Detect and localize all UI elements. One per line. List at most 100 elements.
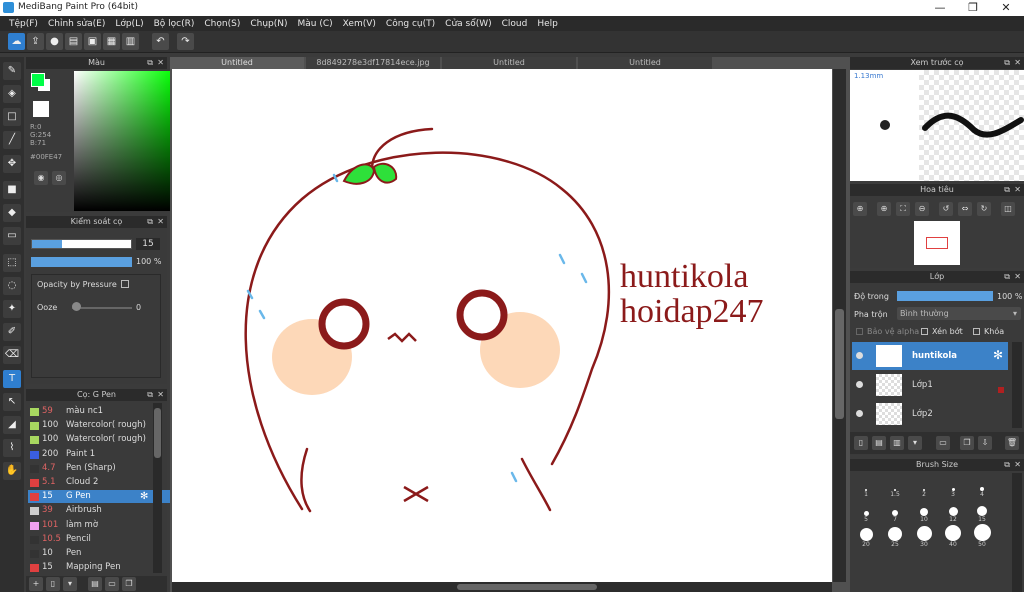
duplicate-layer-icon[interactable]: ❐ bbox=[960, 436, 974, 450]
visibility-icon[interactable] bbox=[856, 410, 863, 417]
menu-window[interactable]: Cửa sổ(W) bbox=[440, 19, 496, 29]
text-tool-icon[interactable]: T bbox=[3, 370, 21, 388]
layer-folder-icon[interactable]: ▭ bbox=[936, 436, 950, 450]
page-icon[interactable]: ▣ bbox=[84, 33, 101, 50]
layer-row-lop2[interactable]: Lớp2 bbox=[852, 400, 1008, 428]
layer-opacity-slider[interactable] bbox=[897, 291, 993, 301]
divide-tool-icon[interactable]: ◢ bbox=[3, 416, 21, 434]
gear-icon[interactable]: ✻ bbox=[993, 348, 1003, 362]
tab-untitled-2[interactable]: Untitled bbox=[442, 57, 576, 69]
layer-row-lop1[interactable]: Lớp1 bbox=[852, 371, 1008, 399]
color-wheel-icon[interactable]: ◎ bbox=[52, 171, 66, 185]
panel-popout-icon[interactable]: ⧉ bbox=[147, 389, 153, 401]
brush-size-option[interactable]: 15 bbox=[968, 502, 996, 525]
brush-size-option[interactable]: 7 bbox=[881, 502, 909, 525]
menu-select[interactable]: Chọn(S) bbox=[199, 19, 245, 29]
brush-copy-icon[interactable]: ❐ bbox=[122, 577, 136, 591]
horizontal-scroll-thumb[interactable] bbox=[457, 584, 597, 590]
vertical-scroll-thumb[interactable] bbox=[835, 309, 844, 419]
fit-icon[interactable]: ⛶ bbox=[896, 202, 910, 216]
panel-close-icon[interactable]: ✕ bbox=[1014, 271, 1021, 283]
brush-settings-icon[interactable]: ▤ bbox=[88, 577, 102, 591]
panel-close-icon[interactable]: ✕ bbox=[1014, 57, 1021, 69]
ooze-slider-handle[interactable] bbox=[72, 302, 81, 311]
tab-untitled-3[interactable]: Untitled bbox=[578, 57, 712, 69]
fill-rect-tool-icon[interactable]: ■ bbox=[3, 181, 21, 199]
menu-help[interactable]: Help bbox=[532, 19, 563, 29]
brush-folder-icon[interactable]: ▭ bbox=[105, 577, 119, 591]
palette-icon[interactable]: ◉ bbox=[34, 171, 48, 185]
clipping-checkbox[interactable] bbox=[921, 328, 928, 335]
reset-view-icon[interactable]: ◫ bbox=[1001, 202, 1015, 216]
operation-tool-icon[interactable]: ↖ bbox=[3, 393, 21, 411]
brush-size-option[interactable]: 5 bbox=[852, 502, 880, 525]
new-brush-icon[interactable]: ▯ bbox=[46, 577, 60, 591]
zoom-in-2-icon[interactable]: ⊕ bbox=[877, 202, 891, 216]
zoom-out-icon[interactable]: ⊖ bbox=[915, 202, 929, 216]
lock-checkbox[interactable] bbox=[973, 328, 980, 335]
panel-popout-icon[interactable]: ⧉ bbox=[147, 216, 153, 228]
magic-wand-icon[interactable]: ✦ bbox=[3, 300, 21, 318]
layer-scrollbar[interactable] bbox=[1012, 342, 1022, 428]
ooze-slider[interactable] bbox=[72, 307, 132, 309]
rotate-left-icon[interactable]: ↺ bbox=[939, 202, 953, 216]
panel-popout-icon[interactable]: ⧉ bbox=[1004, 57, 1010, 69]
gear-icon[interactable]: ✻ bbox=[140, 490, 148, 503]
navigator-thumbnail[interactable] bbox=[914, 221, 960, 265]
move-tool-icon[interactable]: ✥ bbox=[3, 155, 21, 173]
tab-jpg-file[interactable]: 8d849278e3df17814ece.jpg bbox=[306, 57, 440, 69]
redo-button[interactable]: ↷ bbox=[177, 33, 194, 50]
eyedropper-tool-icon[interactable]: ⌇ bbox=[3, 439, 21, 457]
new-8bit-layer-icon[interactable]: ▥ bbox=[890, 436, 904, 450]
brush-size-option[interactable]: 1.5 bbox=[881, 477, 909, 500]
brush-size-value[interactable]: 15 bbox=[136, 238, 160, 250]
brush-size-option[interactable]: 4 bbox=[968, 477, 996, 500]
speech-bubble-icon[interactable]: ● bbox=[46, 33, 63, 50]
panel-popout-icon[interactable]: ⧉ bbox=[1004, 459, 1010, 471]
brush-size-option[interactable]: 25 bbox=[881, 527, 909, 550]
opacity-by-pressure-checkbox[interactable] bbox=[121, 280, 129, 288]
add-layer-menu-icon[interactable]: ▾ bbox=[908, 436, 922, 450]
maximize-button[interactable]: ❐ bbox=[958, 0, 988, 16]
panel-close-icon[interactable]: ✕ bbox=[1014, 184, 1021, 196]
brush-size-option[interactable]: 10 bbox=[910, 502, 938, 525]
panel-icon[interactable]: ▥ bbox=[122, 33, 139, 50]
visibility-icon[interactable] bbox=[856, 381, 863, 388]
rotate-right-icon[interactable]: ↻ bbox=[977, 202, 991, 216]
brush-size-option[interactable]: 2 bbox=[910, 477, 938, 500]
brush-size-option[interactable]: 50 bbox=[968, 524, 996, 550]
menu-edit[interactable]: Chỉnh sửa(E) bbox=[43, 19, 110, 29]
tab-untitled-1[interactable]: Untitled bbox=[170, 57, 304, 69]
saturation-value-picker[interactable] bbox=[74, 71, 174, 211]
grid-icon[interactable]: ▦ bbox=[103, 33, 120, 50]
add-brush-icon[interactable]: + bbox=[29, 577, 43, 591]
menu-view[interactable]: Xem(V) bbox=[338, 19, 381, 29]
trash-icon[interactable]: 🗑 bbox=[1005, 436, 1019, 450]
undo-button[interactable]: ↶ bbox=[152, 33, 169, 50]
lasso-tool-icon[interactable]: ◌ bbox=[3, 277, 21, 295]
gradient-tool-icon[interactable]: ▭ bbox=[3, 227, 21, 245]
brush-size-option[interactable]: 1 bbox=[852, 477, 880, 500]
panel-close-icon[interactable]: ✕ bbox=[157, 389, 164, 401]
select-eraser-icon[interactable]: ⌫ bbox=[3, 346, 21, 364]
brush-size-slider[interactable] bbox=[31, 239, 132, 249]
comment-icon[interactable]: ▤ bbox=[65, 33, 82, 50]
select-pen-icon[interactable]: ✐ bbox=[3, 323, 21, 341]
close-button[interactable]: ✕ bbox=[991, 0, 1021, 16]
panel-close-icon[interactable]: ✕ bbox=[157, 57, 164, 69]
cloud-icon[interactable]: ☁ bbox=[8, 33, 25, 50]
menu-tools[interactable]: Công cụ(T) bbox=[381, 19, 440, 29]
bucket-tool-icon[interactable]: ◆ bbox=[3, 204, 21, 222]
panel-popout-icon[interactable]: ⧉ bbox=[1004, 271, 1010, 283]
brush-menu-icon[interactable]: ▾ bbox=[63, 577, 77, 591]
select-tool-icon[interactable]: ⬚ bbox=[3, 254, 21, 272]
brush-size-option[interactable]: 3 bbox=[939, 477, 967, 500]
flip-icon[interactable]: ⇔ bbox=[958, 202, 972, 216]
share-icon[interactable]: ⇪ bbox=[27, 33, 44, 50]
hand-tool-icon[interactable]: ✋ bbox=[3, 462, 21, 480]
transparent-color-swatch[interactable] bbox=[33, 101, 49, 117]
minimize-button[interactable]: — bbox=[925, 0, 955, 16]
shape-tool-icon[interactable]: □ bbox=[3, 108, 21, 126]
brush-size-option[interactable]: 30 bbox=[910, 526, 938, 550]
brush-list-scrollbar[interactable] bbox=[153, 403, 162, 573]
